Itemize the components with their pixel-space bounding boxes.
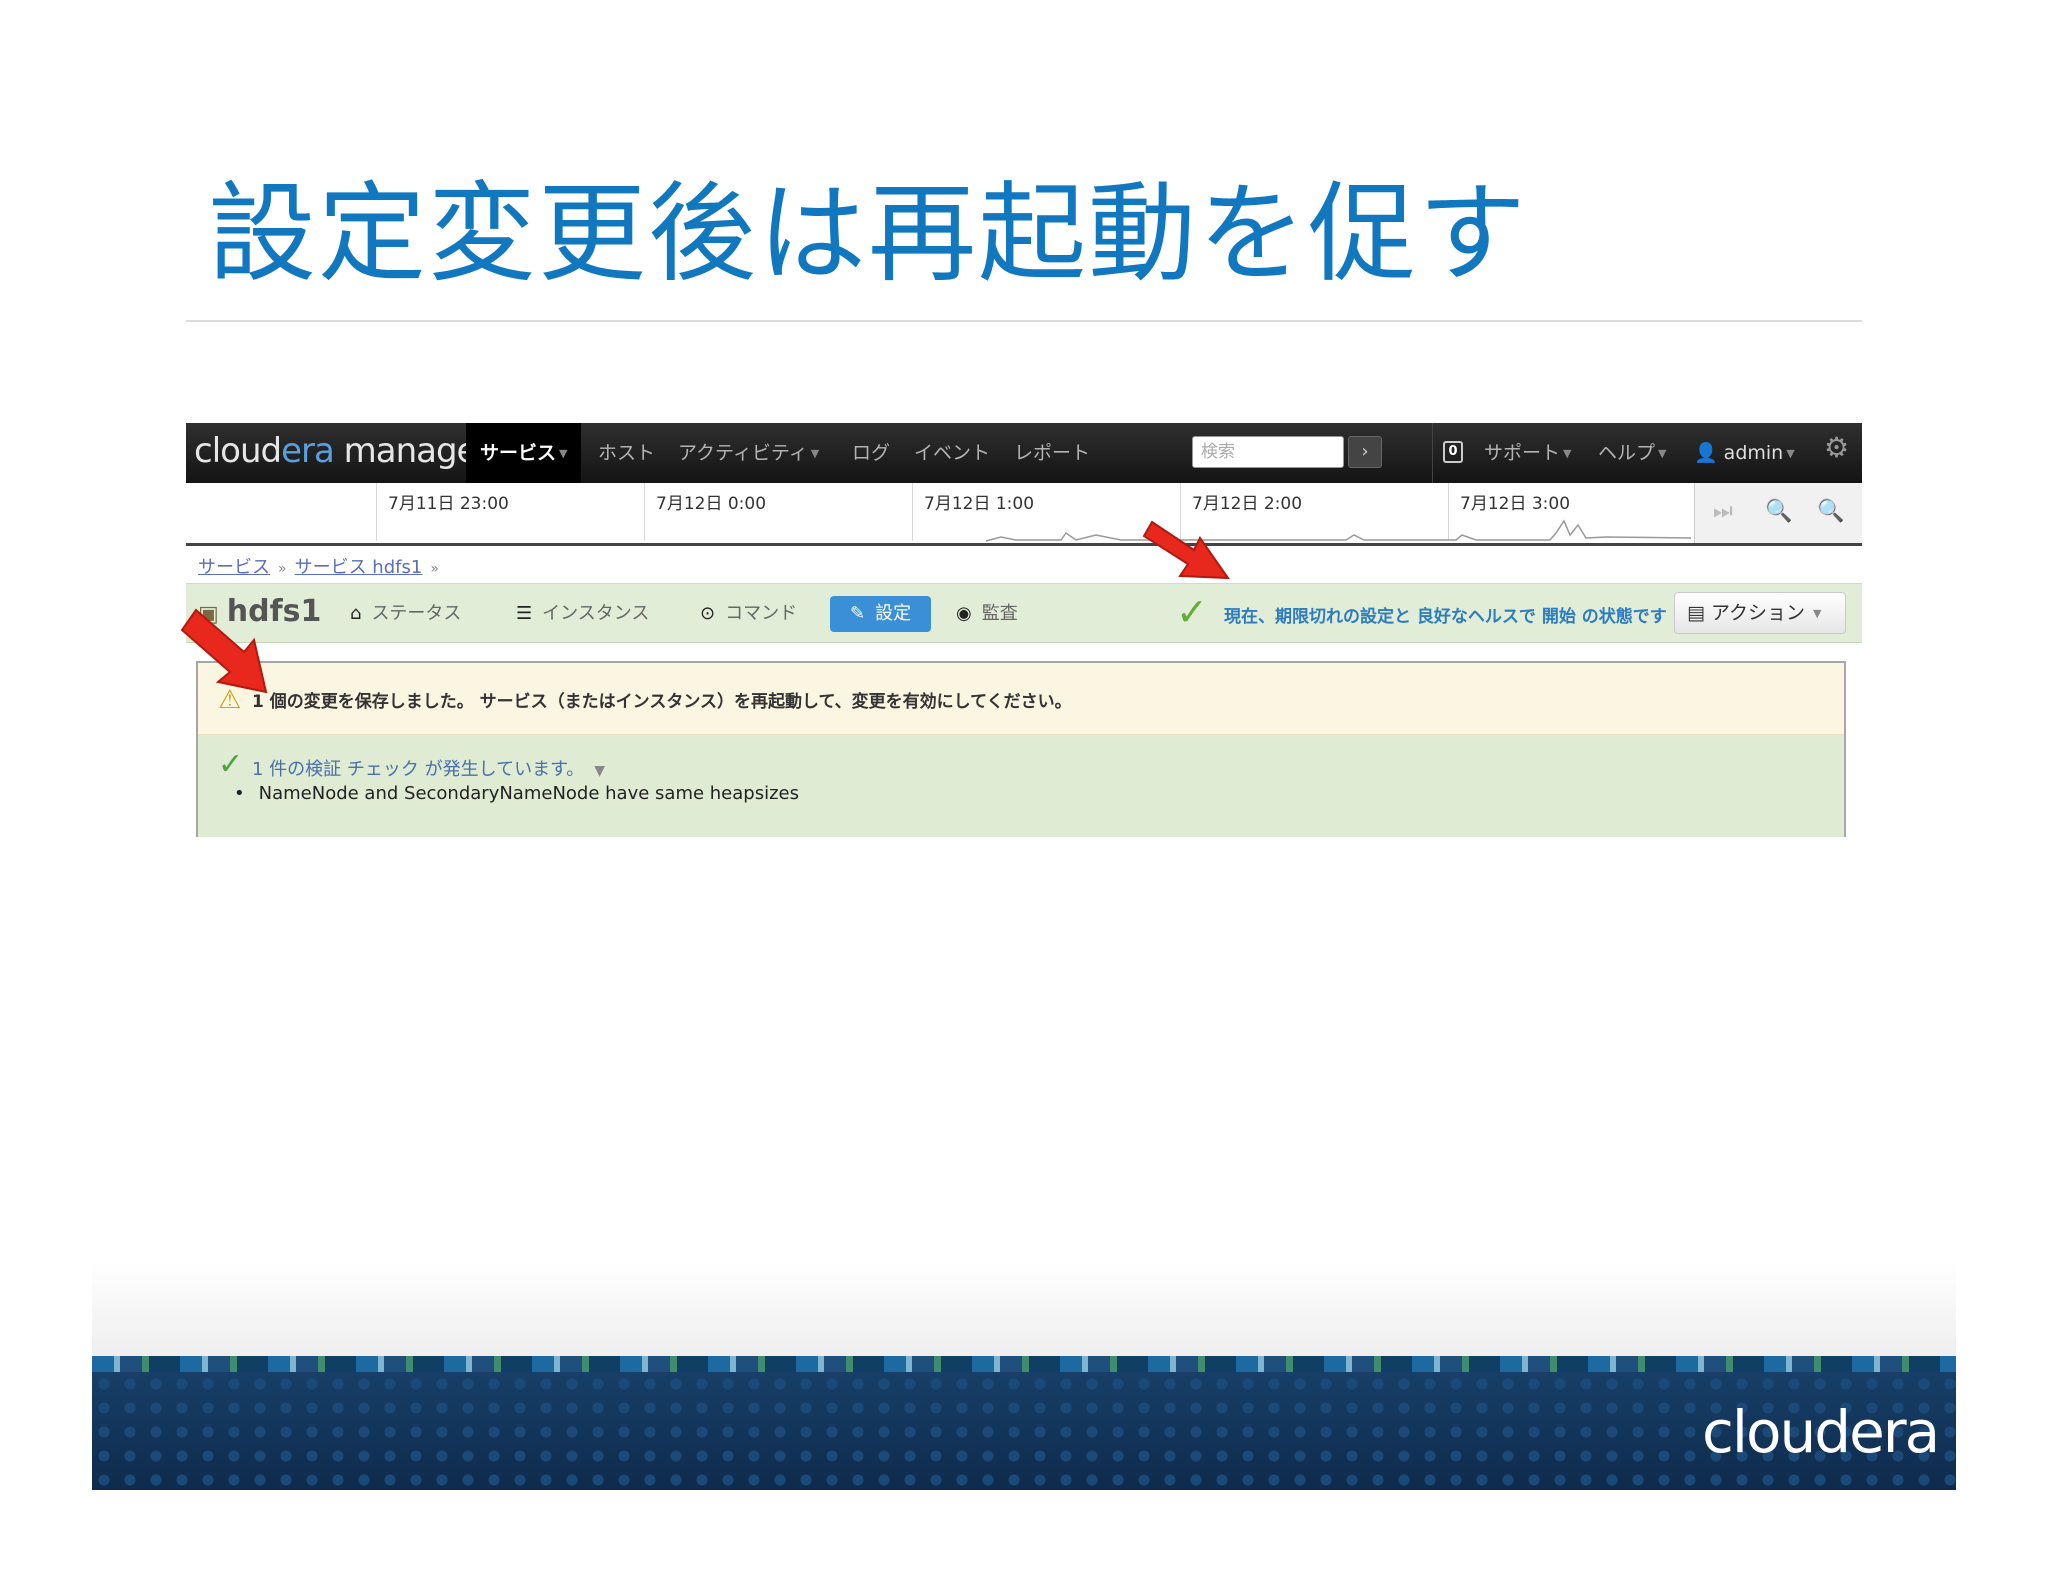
cloudera-manager-logo[interactable]: cloudera manager (194, 431, 490, 471)
callout-arrow-warning (180, 608, 268, 694)
footer-fade (92, 1262, 1956, 1358)
validation-panel: ✓ 1 件の検証 チェック が発生しています。 ▼ • NameNode and S… (198, 735, 1844, 837)
tab-audits[interactable]: ◉ 監査 (956, 596, 1018, 632)
health-status-text: 現在、期限切れの設定と 良好なヘルスで 開始 の状態です (1224, 607, 1667, 627)
footer-hex-pattern (92, 1372, 1956, 1490)
health-check-icon: ✓ (1176, 590, 1208, 634)
chevron-down-icon: ▼ (810, 446, 820, 460)
cloudera-manager-screenshot: cloudera manager サービス ▼ ホスト アクティビティ ▼ ログ イ… (186, 423, 1862, 837)
slide-footer: cloudera (92, 1356, 1956, 1490)
callout-arrow-health (1142, 520, 1230, 580)
nav-services[interactable]: サービス ▼ (466, 423, 582, 483)
play-circle-icon: ⊙ (700, 603, 716, 624)
nav-events[interactable]: イベント (914, 423, 990, 483)
nav-hosts[interactable]: ホスト (598, 423, 655, 483)
eye-icon: ◉ (956, 603, 972, 624)
chevron-down-icon: ▼ (1786, 446, 1795, 460)
breadcrumb: サービス» サービス hdfs1» (198, 557, 439, 578)
edit-icon: ✎ (850, 603, 866, 624)
actions-button[interactable]: ▤ アクション ▼ (1674, 592, 1846, 634)
cloudera-footer-logo: cloudera (1702, 1398, 1940, 1466)
breadcrumb-service-hdfs1[interactable]: サービス hdfs1 (295, 557, 423, 578)
chevron-down-icon: ▼ (559, 446, 568, 460)
notice-panel: ⚠ 1 個の変更を保存しました。 サービス（またはインスタンス）を再起動して、変… (196, 661, 1846, 837)
chevron-down-icon: ▼ (1658, 446, 1667, 460)
zoom-out-icon[interactable]: 🔍 (1765, 499, 1792, 524)
slide-title: 設定変更後は再起動を促す (208, 172, 1529, 297)
timeline[interactable]: 7月11日 23:00 7月12日 0:00 7月12日 1:00 7月12日 … (186, 483, 1862, 549)
skip-to-end-icon[interactable]: ⏭ (1713, 499, 1733, 524)
tab-instances[interactable]: ☰ インスタンス (516, 596, 649, 632)
activity-sparkline (985, 519, 1692, 542)
timeline-baseline (186, 543, 1862, 546)
tab-status[interactable]: ⌂ ステータス (350, 596, 461, 632)
title-divider (186, 320, 1862, 322)
top-navbar: cloudera manager サービス ▼ ホスト アクティビティ ▼ ログ イ… (186, 423, 1862, 483)
restart-warning-text: 1 個の変更を保存しました。 サービス（またはインスタンス）を再起動して、変更を… (252, 692, 1072, 712)
slide: 設定変更後は再起動を促す cloudera manager サービス ▼ ホスト … (0, 0, 2048, 1582)
nav-reports[interactable]: レポート (1014, 423, 1090, 483)
navbar-divider (1432, 423, 1433, 483)
breadcrumb-services[interactable]: サービス (198, 557, 270, 578)
chevron-down-icon: ▼ (1563, 446, 1572, 460)
tab-configuration[interactable]: ✎ 設定 (830, 596, 932, 632)
service-header-bar: ▣ hdfs1 ⌂ ステータス ☰ インスタンス ⊙ コマンド ✎ 設定 ◉ 監査 ✓ 現在… (186, 583, 1862, 643)
nav-logs[interactable]: ログ (852, 423, 890, 483)
search-submit-button[interactable]: › (1348, 436, 1382, 468)
footer-color-strip (92, 1356, 1956, 1372)
list-icon: ☰ (516, 603, 533, 624)
timeline-controls: ⏭ 🔍 🔍 (1694, 483, 1862, 543)
search-input[interactable]: 検索 (1192, 436, 1344, 468)
tab-commands[interactable]: ⊙ コマンド (700, 596, 797, 632)
nav-activities[interactable]: アクティビティ ▼ (678, 423, 819, 483)
chevron-down-icon: ▼ (1813, 606, 1822, 620)
home-icon: ⌂ (350, 603, 362, 624)
actions-list-icon: ▤ (1687, 602, 1705, 624)
nav-help[interactable]: ヘルプ ▼ (1598, 423, 1666, 483)
notification-badge[interactable]: 0 (1443, 441, 1463, 463)
nav-support[interactable]: サポート ▼ (1484, 423, 1571, 483)
gear-icon[interactable]: ⚙ (1824, 431, 1849, 464)
triangle-down-icon: ▼ (594, 763, 606, 779)
zoom-in-icon[interactable]: 🔍 (1817, 499, 1844, 524)
restart-warning: ⚠ 1 個の変更を保存しました。 サービス（またはインスタンス）を再起動して、変… (198, 663, 1844, 735)
user-menu[interactable]: 👤 admin ▼ (1694, 423, 1795, 483)
user-icon: 👤 (1694, 442, 1718, 464)
